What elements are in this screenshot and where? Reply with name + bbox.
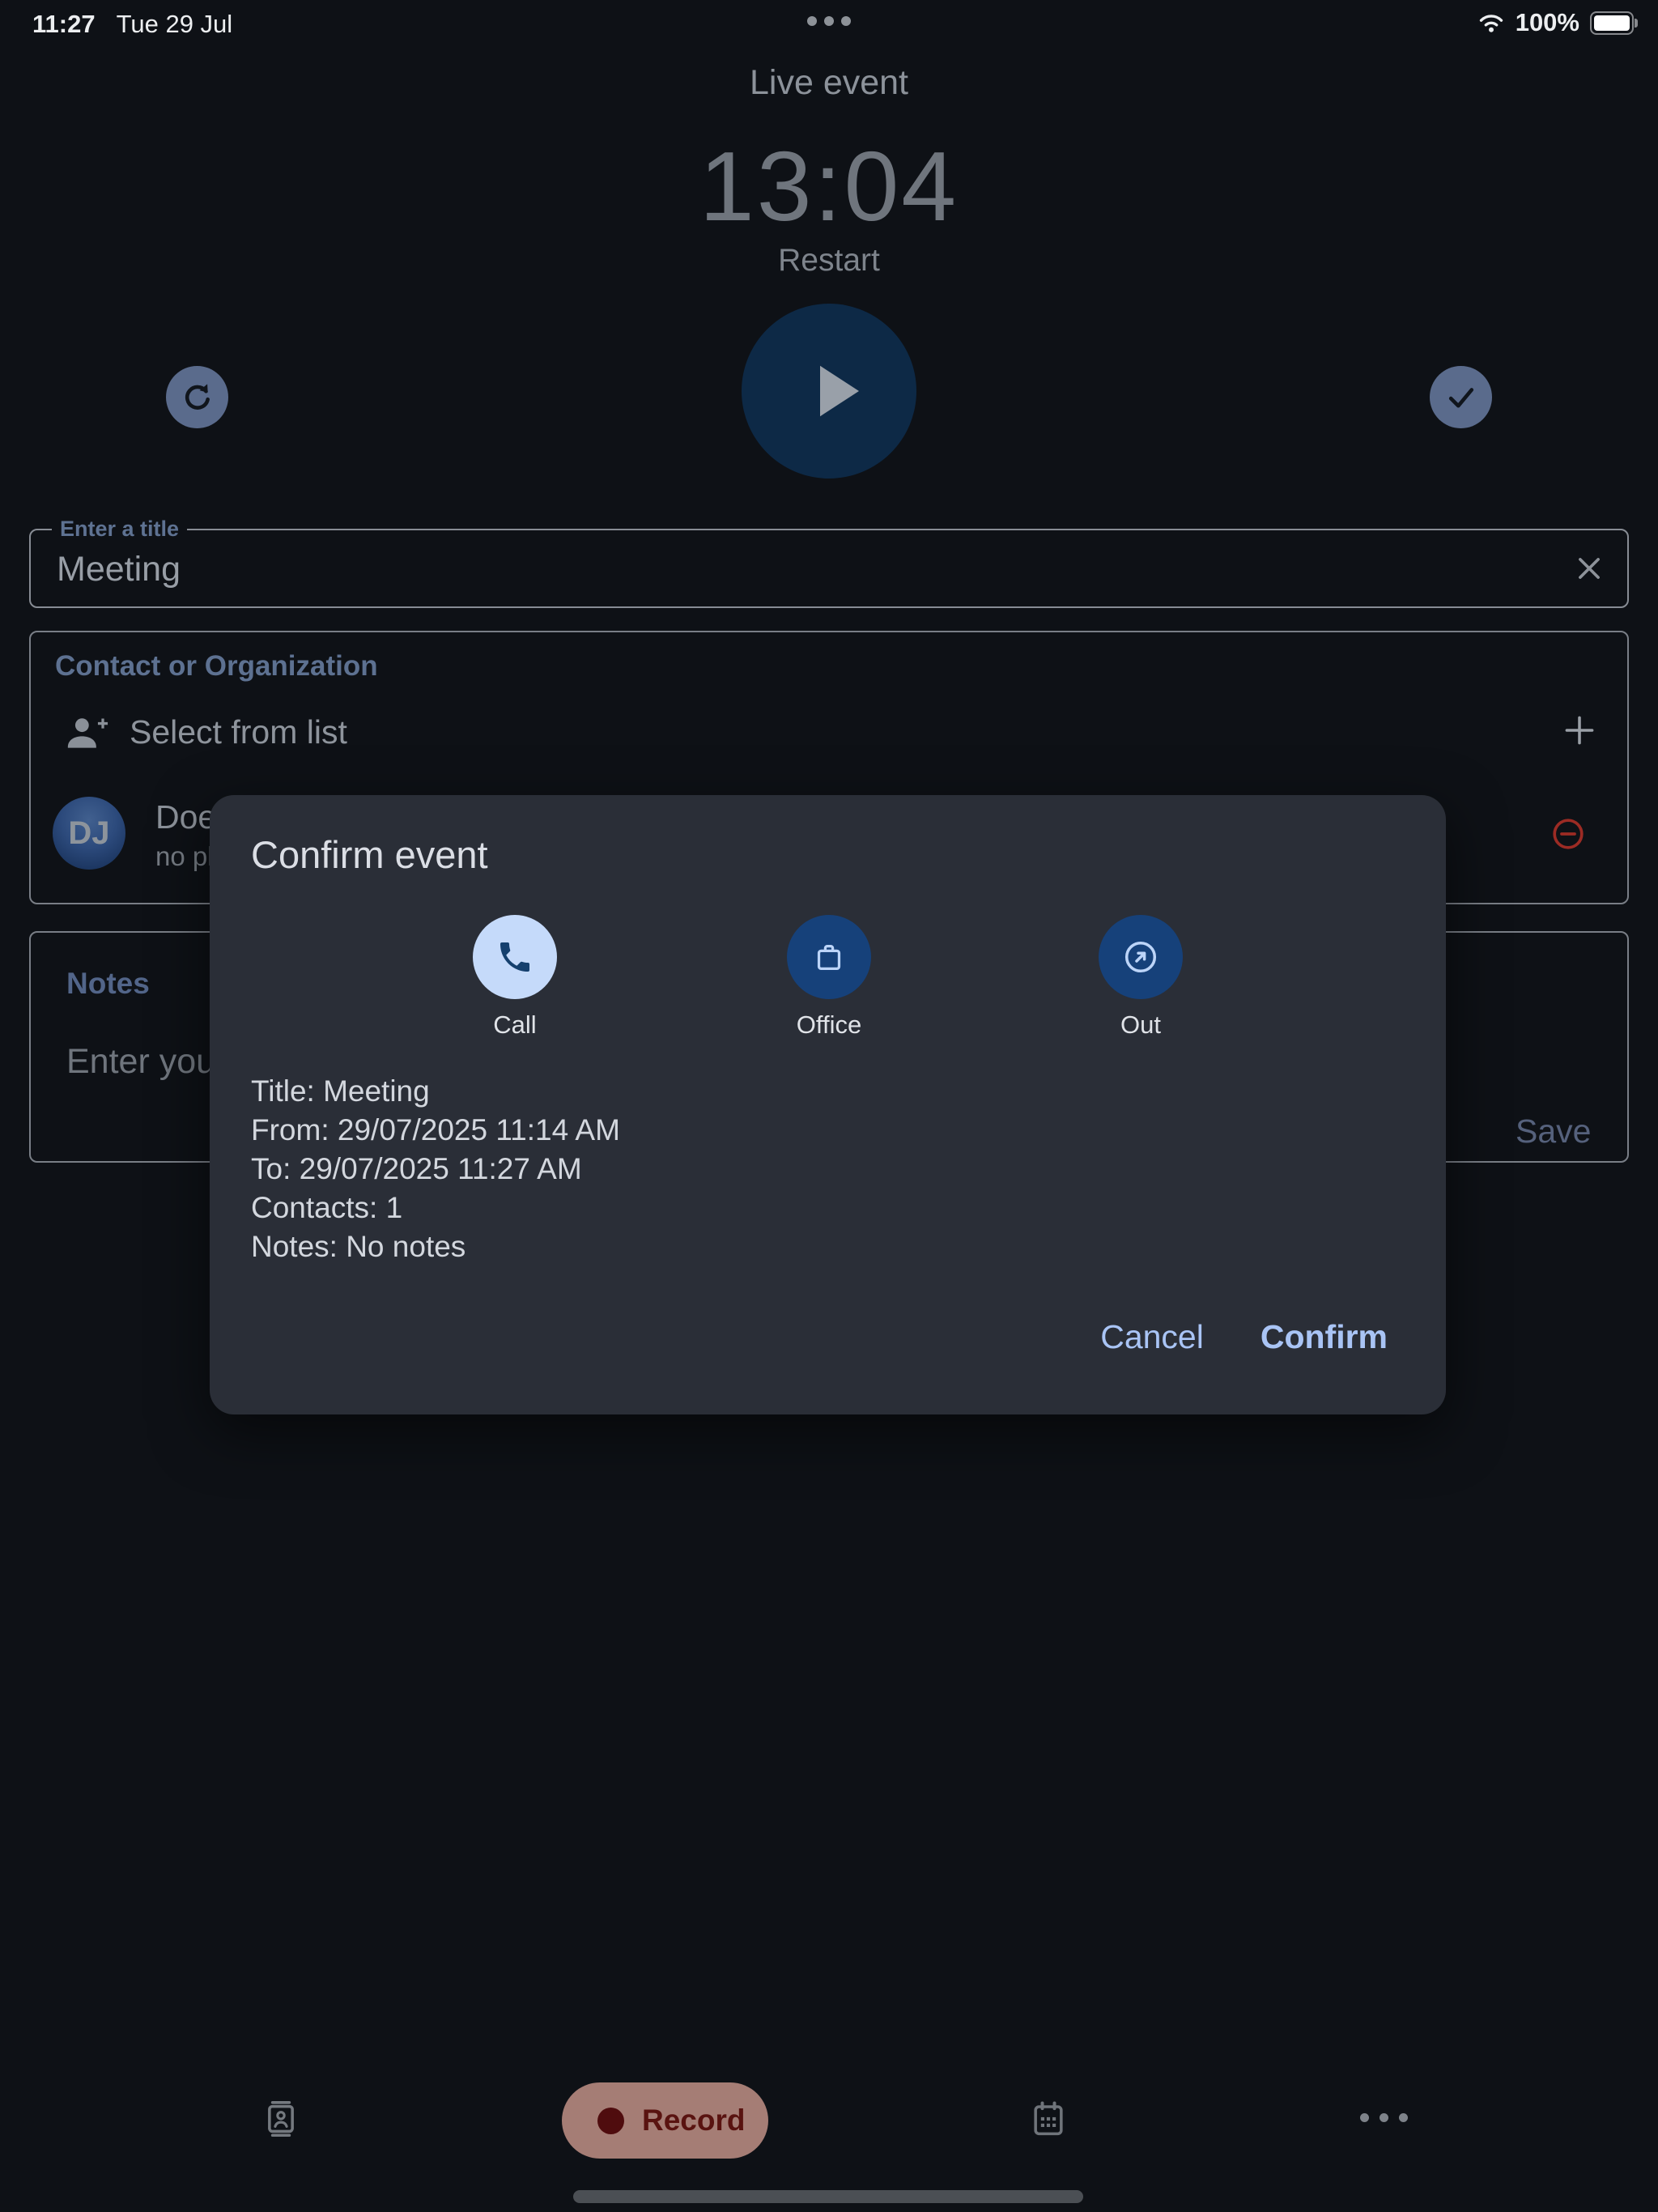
briefcase-icon xyxy=(810,938,848,976)
record-dot-icon xyxy=(597,2108,624,2134)
event-summary: Title: Meeting From: 29/07/2025 11:14 AM… xyxy=(251,1072,620,1266)
close-icon[interactable] xyxy=(1571,550,1608,587)
timer-display: 13:04 xyxy=(0,130,1658,243)
confirm-button[interactable]: Confirm xyxy=(1259,1313,1389,1361)
battery-nub xyxy=(1635,19,1638,28)
wifi-icon xyxy=(1477,12,1505,33)
save-button[interactable]: Save xyxy=(1516,1112,1591,1151)
dot xyxy=(824,16,834,26)
dot xyxy=(1380,2113,1388,2122)
notes-heading: Notes xyxy=(66,967,150,1001)
page-title: Live event xyxy=(0,63,1658,103)
summary-contacts: Contacts: 1 xyxy=(251,1189,620,1227)
category-office-label: Office xyxy=(797,1010,861,1040)
record-label: Record xyxy=(642,2104,745,2138)
dot xyxy=(841,16,851,26)
calendar-icon[interactable] xyxy=(1028,2099,1069,2139)
contact-name: Doe xyxy=(155,798,216,836)
arrow-out-icon xyxy=(1120,937,1161,977)
category-call-button[interactable]: Call xyxy=(442,915,588,1040)
dot xyxy=(1399,2113,1408,2122)
refresh-icon xyxy=(180,380,215,415)
more-dots-icon[interactable] xyxy=(1360,2113,1408,2122)
category-out-label: Out xyxy=(1120,1010,1161,1040)
dialog-actions: Cancel Confirm xyxy=(1099,1313,1389,1361)
title-field: Enter a title xyxy=(29,529,1629,608)
dialog-title: Confirm event xyxy=(251,832,488,877)
play-icon xyxy=(796,352,874,430)
plus-icon[interactable] xyxy=(1559,710,1600,751)
contacts-book-icon[interactable] xyxy=(261,2099,301,2139)
dot xyxy=(1360,2113,1369,2122)
category-call-label: Call xyxy=(493,1010,536,1040)
minus-circle-icon[interactable] xyxy=(1551,817,1585,851)
home-indicator[interactable] xyxy=(573,2190,1083,2203)
confirm-event-dialog: Confirm event Call Offic xyxy=(210,795,1446,1414)
app-root: 11:27 Tue 29 Jul 100% Live event 13:04 R… xyxy=(0,0,1658,2212)
battery-fill xyxy=(1594,15,1630,31)
battery-icon xyxy=(1590,11,1634,35)
play-button[interactable] xyxy=(742,304,916,479)
finish-button[interactable] xyxy=(1430,366,1492,428)
summary-title: Title: Meeting xyxy=(251,1072,620,1111)
status-bar-right: 100% xyxy=(1477,8,1634,37)
avatar: DJ xyxy=(53,797,125,870)
select-from-list[interactable]: Select from list xyxy=(130,713,347,751)
category-office-circle[interactable] xyxy=(787,915,871,999)
battery-percent: 100% xyxy=(1516,8,1579,37)
dot xyxy=(807,16,817,26)
phone-icon xyxy=(495,938,534,976)
category-out-button[interactable]: Out xyxy=(1068,915,1214,1040)
status-ellipsis-icon xyxy=(0,16,1658,26)
category-out-circle[interactable] xyxy=(1099,915,1183,999)
category-office-button[interactable]: Office xyxy=(756,915,902,1040)
summary-from: From: 29/07/2025 11:14 AM xyxy=(251,1111,620,1150)
cancel-button[interactable]: Cancel xyxy=(1099,1313,1205,1361)
record-button[interactable]: Record xyxy=(562,2082,768,2159)
contact-section-heading: Contact or Organization xyxy=(55,650,378,683)
person-add-icon xyxy=(63,710,108,755)
restart-button[interactable] xyxy=(166,366,228,428)
avatar-initials: DJ xyxy=(68,815,109,852)
title-input[interactable] xyxy=(55,530,1532,608)
summary-to: To: 29/07/2025 11:27 AM xyxy=(251,1150,620,1189)
restart-label: Restart xyxy=(0,243,1658,279)
check-icon xyxy=(1443,380,1479,415)
summary-notes: Notes: No notes xyxy=(251,1227,620,1266)
category-call-circle[interactable] xyxy=(473,915,557,999)
